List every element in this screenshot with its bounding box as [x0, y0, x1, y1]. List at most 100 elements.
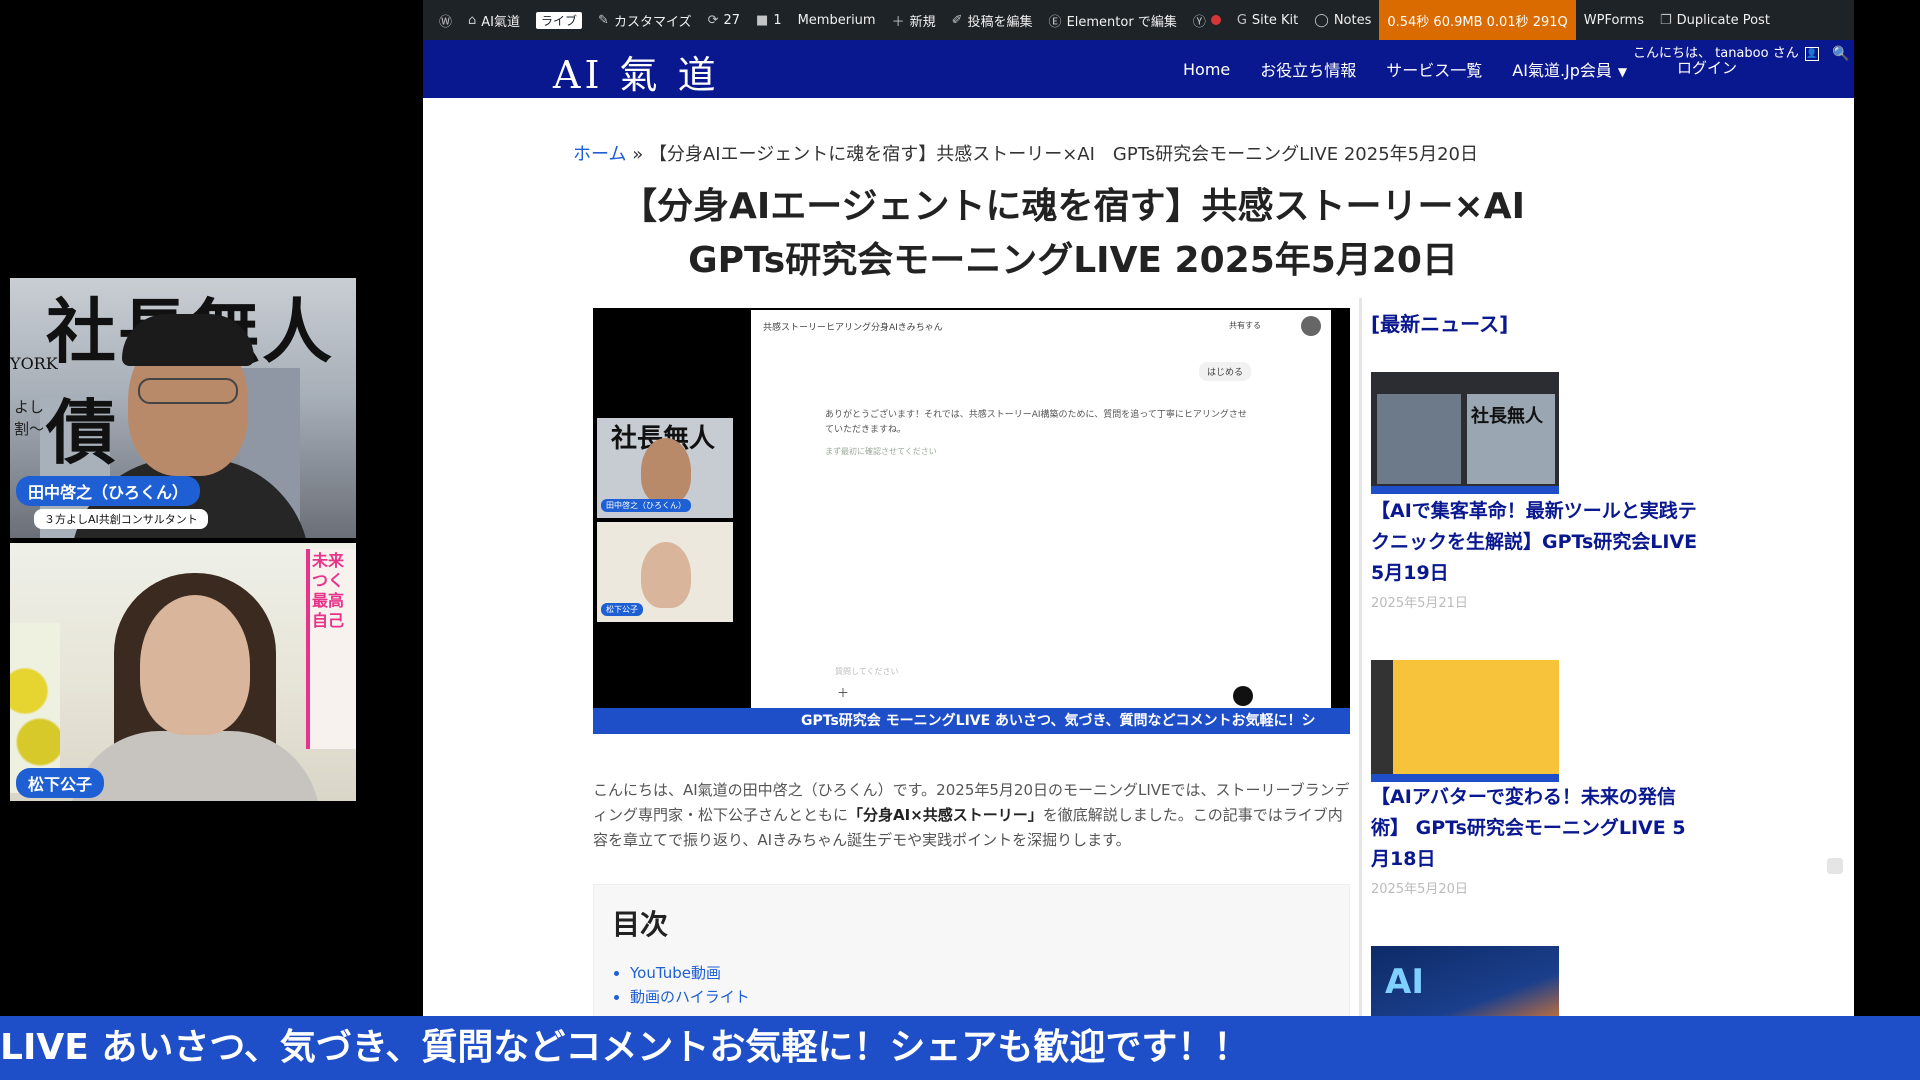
nav-item-members[interactable]: AI氣道.Jp会員 ▼: [1512, 57, 1627, 81]
video-app-title: 共感ストーリーヒアリング分身AIきみちゃん: [763, 323, 943, 333]
edit-post-button[interactable]: ✐ 投稿を編集: [944, 0, 1041, 40]
nav-members-label: AI氣道.Jp会員: [1512, 61, 1612, 80]
video-chat-message-2: まず最初に確認させてください: [825, 447, 937, 456]
updates-count: 27: [723, 12, 741, 28]
breadcrumb-separator: »: [626, 144, 649, 165]
toc-item[interactable]: 動画のハイライト: [630, 985, 750, 1009]
wp-logo-button[interactable]: Ⓦ: [431, 0, 460, 40]
live-label: ライブ: [536, 11, 583, 29]
perf-stats: 0.54秒 60.9MB 0.01秒 291Q: [1387, 14, 1568, 30]
notes-button[interactable]: ◯ Notes: [1306, 0, 1379, 40]
post-title: 【分身AIエージェントに魂を宿す】共感ストーリー×AI GPTs研究会モーニング…: [621, 186, 1561, 281]
comment-icon: ■: [756, 12, 769, 28]
browser-window: Ⓦ ⌂ AI氣道 ライブ ✎ カスタマイズ ⟳ 27 ■ 1 Memberium ＋新規…: [423, 0, 1854, 1016]
webcam-guest: 未来 つく 最高 自己 松下公子: [10, 543, 356, 801]
user-icon[interactable]: 👤: [1805, 47, 1819, 61]
duplicate-label: Duplicate Post: [1676, 12, 1770, 28]
comments-button[interactable]: ■ 1: [748, 0, 790, 40]
news-title-link[interactable]: 【AIアバターで変わる！未来の発信術】 GPTs研究会モーニングLIVE 5月1…: [1371, 782, 1701, 875]
news-thumbnail[interactable]: [1371, 660, 1559, 782]
video-guest-name: 松下公子: [601, 603, 643, 616]
toc-title: 目次: [612, 908, 669, 941]
video-host-figure: [641, 438, 691, 504]
chevron-down-icon: ▼: [1617, 65, 1628, 79]
wpforms-button[interactable]: WPForms: [1576, 0, 1652, 40]
news-date: 2025年5月20日: [1371, 882, 1468, 897]
breadcrumb-home-link[interactable]: ホーム: [573, 144, 626, 165]
nav-item-tips[interactable]: お役立ち情報: [1260, 57, 1356, 81]
guest-head: [140, 595, 250, 735]
notes-label: Notes: [1333, 12, 1372, 28]
brush-icon: ✎: [598, 12, 609, 28]
host-name-tag: 田中啓之（ひろくん）: [16, 476, 201, 506]
site-name-label: AI氣道: [481, 14, 521, 30]
user-greeting: こんにちは、 tanaboo さん 👤 ログイン: [1633, 46, 1819, 76]
wpforms-label: WPForms: [1583, 12, 1644, 28]
customize-button[interactable]: ✎ カスタマイズ: [590, 0, 700, 40]
search-icon[interactable]: 🔍: [1832, 46, 1849, 62]
book-bg: 未来 つく 最高 自己: [306, 549, 356, 749]
thumb-bar: [1371, 774, 1559, 782]
notes-icon: ◯: [1314, 12, 1329, 28]
duplicate-post-button[interactable]: ❐ Duplicate Post: [1652, 0, 1778, 40]
sitekit-button[interactable]: G Site Kit: [1229, 0, 1306, 40]
elementor-button[interactable]: Ⓔ Elementor で編集: [1041, 0, 1185, 40]
video-start-button: はじめる: [1198, 362, 1251, 381]
nav-item-home[interactable]: Home: [1183, 60, 1230, 79]
site-header: AI 氣 道 Home お役立ち情報 サービス一覧 AI氣道.Jp会員 ▼ こんに…: [423, 40, 1854, 98]
thumb-text: 社長無人: [1471, 406, 1543, 427]
embedded-video[interactable]: 社長無人 田中啓之（ひろくん） 松下公子 共感ストーリーヒアリング分身AIきみち…: [593, 308, 1350, 734]
news-date: 2025年5月21日: [1371, 596, 1468, 611]
toc-item[interactable]: YouTube動画: [630, 961, 750, 985]
customize-label: カスタマイズ: [613, 14, 692, 30]
host-hair: [122, 314, 254, 366]
login-link[interactable]: ログイン: [1633, 61, 1799, 76]
toc-item[interactable]: …: [630, 1009, 750, 1016]
memberium-label: Memberium: [797, 12, 876, 28]
thumb-ai-text: AI: [1385, 962, 1424, 1002]
wp-admin-bar: Ⓦ ⌂ AI氣道 ライブ ✎ カスタマイズ ⟳ 27 ■ 1 Memberium ＋新規…: [423, 0, 1854, 40]
scroll-to-top-button[interactable]: [1827, 858, 1843, 874]
video-share-label: 共有する: [1229, 321, 1261, 330]
live-badge[interactable]: ライブ: [528, 0, 590, 40]
cam-bg-side: よし 割〜: [14, 398, 45, 438]
breadcrumb: ホーム » 【分身AIエージェントに魂を宿す】共感ストーリー×AI GPTs研究…: [573, 140, 1478, 166]
host-role-tag: ３方よしAI共創コンサルタント: [34, 509, 208, 529]
plus-icon: ＋: [891, 14, 905, 30]
site-logo[interactable]: AI 氣 道: [553, 44, 720, 99]
video-send-icon: [1233, 686, 1253, 706]
video-banner: GPTs研究会 モーニングLIVE あいさつ、気づき、質問などコメントお気軽に！…: [593, 708, 1350, 734]
thumb-bar: [1371, 486, 1559, 494]
main-nav: Home お役立ち情報 サービス一覧 AI氣道.Jp会員 ▼: [1183, 40, 1627, 98]
webcam-host: 社長無人債 YORK よし 割〜 田中啓之（ひろくん） ３方よしAI共創コンサル…: [10, 278, 356, 538]
new-label: 新規: [909, 14, 936, 30]
comments-count: 1: [773, 12, 782, 28]
guest-name-tag: 松下公子: [16, 768, 105, 798]
updates-button[interactable]: ⟳ 27: [700, 0, 748, 40]
memberium-button[interactable]: Memberium: [790, 0, 884, 40]
refresh-icon: ⟳: [707, 12, 719, 28]
yoast-button[interactable]: Ⓨ: [1185, 0, 1229, 40]
video-guest-figure: [641, 542, 691, 608]
copy-icon: ❐: [1660, 12, 1672, 28]
video-chat-input: 質問してください: [835, 667, 899, 676]
site-name-button[interactable]: ⌂ AI氣道: [460, 0, 528, 40]
video-host-name: 田中啓之（ひろくん）: [601, 499, 691, 512]
sidebar-news: [最新ニュース] 社長無人 【AIで集客革命！最新ツールと実践テクニックを生解説…: [1371, 308, 1701, 1016]
new-button[interactable]: ＋新規: [884, 0, 944, 40]
thumb-frame: [1377, 394, 1461, 484]
intro-bold: 「分身AI×共感ストーリー」: [848, 806, 1043, 824]
nav-item-services[interactable]: サービス一覧: [1386, 57, 1482, 81]
video-chat-message: ありがとうございます！それでは、共感ストーリーAI構築のために、質問を追って丁寧…: [825, 410, 1247, 435]
live-ticker: LIVE あいさつ、気づき、質問などコメントお気軽に！シェアも歓迎です！！: [0, 1016, 1920, 1080]
dashboard-icon: ⌂: [468, 12, 477, 28]
breadcrumb-current: 【分身AIエージェントに魂を宿す】共感ストーリー×AI GPTs研究会モーニング…: [648, 144, 1479, 165]
query-monitor-button[interactable]: 0.54秒 60.9MB 0.01秒 291Q: [1379, 0, 1576, 40]
video-avatar: [1301, 316, 1321, 336]
news-thumbnail[interactable]: AI: [1371, 946, 1559, 1016]
sitekit-label: Site Kit: [1251, 12, 1299, 28]
edit-post-label: 投稿を編集: [967, 14, 1033, 30]
content-divider: [1359, 298, 1362, 1016]
news-thumbnail[interactable]: 社長無人: [1371, 372, 1559, 494]
news-title-link[interactable]: 【AIで集客革命！最新ツールと実践テクニックを生解説】GPTs研究会LIVE 5…: [1371, 496, 1701, 589]
